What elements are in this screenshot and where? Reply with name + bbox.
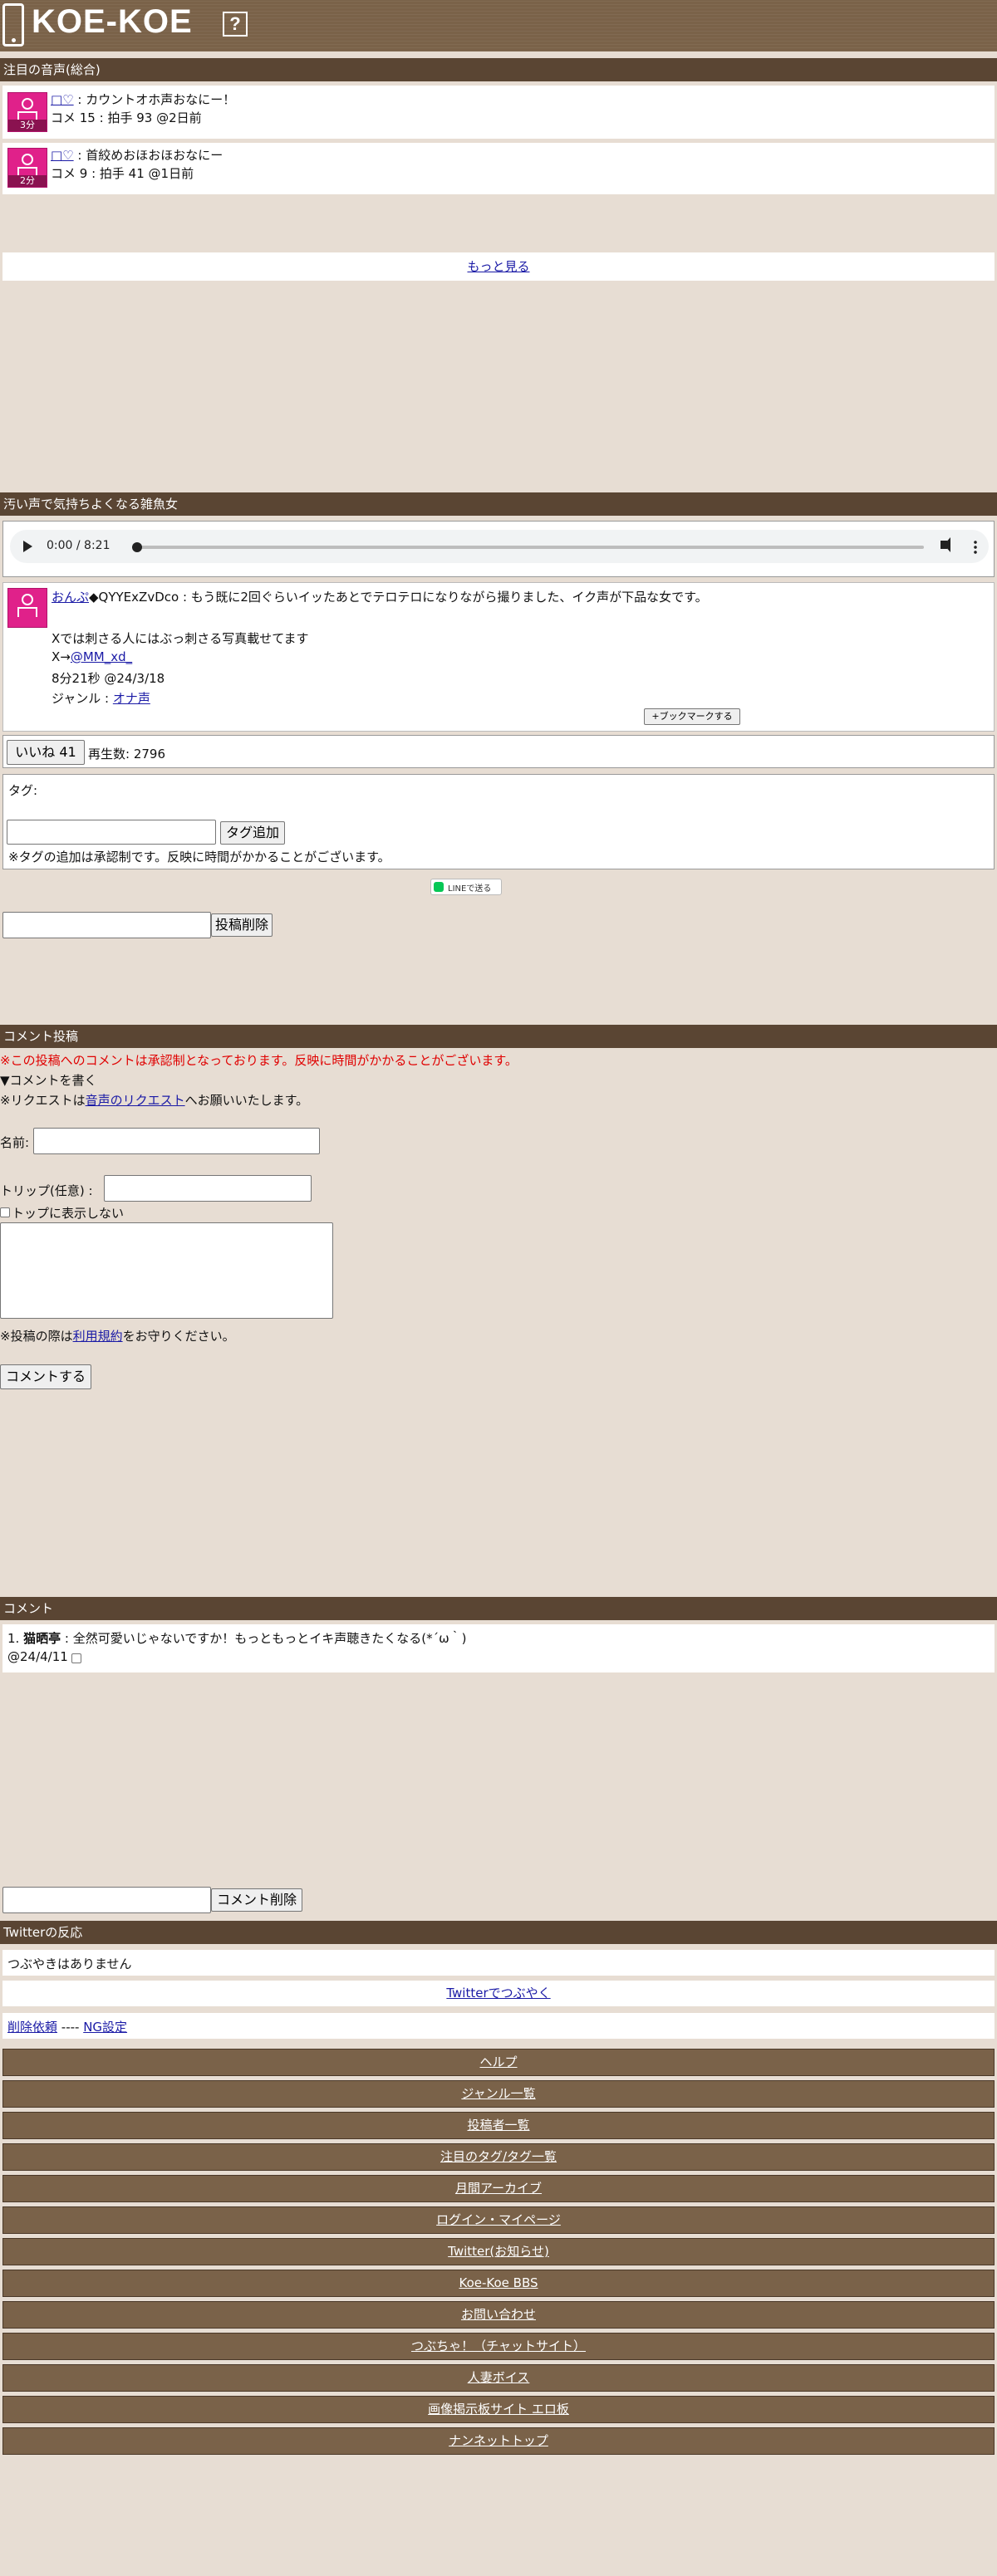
ng-settings-link[interactable]: NG設定 <box>83 2020 127 2035</box>
menu-hitozuma-voice[interactable]: 人妻ボイス <box>2 2364 995 2392</box>
audio-thumbnail-icon[interactable]: 2分 <box>7 148 47 188</box>
duration-badge: 3分 <box>8 120 47 131</box>
featured-title: カウントオホ声おなにー！ <box>86 92 236 107</box>
post-title: 汚い声で気持ちよくなる雑魚女 <box>0 492 997 516</box>
author-avatar-icon <box>7 588 47 628</box>
menu-contact[interactable]: お問い合わせ <box>2 2301 995 2329</box>
volume-icon[interactable] <box>941 537 950 552</box>
menu-monthly-archive[interactable]: 月間アーカイブ <box>2 2175 995 2202</box>
add-tag-button[interactable]: タグ追加 <box>220 821 285 845</box>
menu-image-board[interactable]: 画像掲示板サイト エロ板 <box>2 2396 995 2423</box>
site-logo[interactable]: KOE-KOE <box>32 3 193 41</box>
more-link-row: もっと見る <box>2 252 995 281</box>
delete-password-input[interactable] <box>2 912 211 938</box>
tag-box: タグ: タグ追加 ※タグの追加は承認制です。反映に時間がかかることがございます。 <box>2 774 995 869</box>
play-count: 再生数: 2796 <box>88 747 165 762</box>
comment-select-checkbox[interactable] <box>71 1653 81 1663</box>
menu-poster-list[interactable]: 投稿者一覧 <box>2 2112 995 2139</box>
hide-label: トップに表示しない <box>12 1206 125 1221</box>
comment-form-title: コメント投稿 <box>0 1025 997 1048</box>
post-description-line2: Xでは刺さる人にはぶっ刺さる写真載せてます <box>52 631 309 646</box>
duration-badge: 2分 <box>8 175 47 187</box>
name-label: 名前: <box>0 1135 30 1150</box>
tag-input[interactable] <box>7 820 216 845</box>
like-button[interactable]: いいね 41 <box>7 740 85 765</box>
more-link[interactable]: もっと見る <box>467 259 529 274</box>
x-handle-link[interactable]: @MM_xd_ <box>71 649 132 664</box>
featured-user-link[interactable]: □♡ <box>51 92 74 107</box>
comments-title: コメント <box>0 1597 997 1620</box>
featured-title: 首絞めおほおほおなにー <box>86 148 223 163</box>
menu-nannet-top[interactable]: ナンネットトップ <box>2 2427 995 2455</box>
terms-link[interactable]: 利用規約 <box>73 1329 123 1344</box>
featured-item[interactable]: 3分 □♡ : カウントオホ声おなにー！ コメ 15 : 拍手 93 @2日前 <box>2 86 995 139</box>
menu-help[interactable]: ヘルプ <box>2 2049 995 2076</box>
audio-progress-handle[interactable] <box>132 542 142 552</box>
audio-thumbnail-icon[interactable]: 3分 <box>7 92 47 132</box>
tag-note: ※タグの追加は承認制です。反映に時間がかかることがございます。 <box>8 850 390 864</box>
comment-warning: ※この投稿へのコメントは承認制となっております。反映に時間がかかることがございま… <box>0 1053 518 1068</box>
featured-item[interactable]: 2分 □♡ : 首絞めおほおほおなにー コメ 9 : 拍手 41 @1日前 <box>2 143 995 194</box>
line-icon <box>434 882 444 892</box>
twitter-empty: つぶやきはありません <box>7 1956 132 1971</box>
tweet-row: Twitterでつぶやく <box>2 1981 995 2006</box>
menu-tags[interactable]: 注目のタグ/タグ一覧 <box>2 2143 995 2171</box>
audio-player[interactable]: 0:00 / 8:21 <box>10 530 989 563</box>
author-trip: ◆QYYExZvDco <box>89 590 179 605</box>
twitter-title: Twitterの反応 <box>0 1921 997 1944</box>
delete-comment-button[interactable]: コメント削除 <box>211 1888 302 1912</box>
comment-author: 猫晒亭 <box>23 1631 61 1646</box>
hide-checkbox[interactable] <box>0 1207 10 1217</box>
submit-comment-button[interactable]: コメントする <box>0 1364 91 1389</box>
more-options-icon[interactable] <box>974 540 977 555</box>
tweet-link[interactable]: Twitterでつぶやく <box>446 1986 550 2001</box>
menu-chat[interactable]: つぶちゃ！（チャットサイト） <box>2 2333 995 2360</box>
featured-stats: コメ 15 : 拍手 93 @2日前 <box>51 110 202 125</box>
site-header: KOE-KOE ? <box>0 0 997 51</box>
post-description: もう既に2回ぐらいイッたあとでテロテロになりながら撮りました、イク声が下品な女で… <box>190 590 708 605</box>
twitter-empty-row: つぶやきはありません <box>2 1950 995 1976</box>
menu-bbs[interactable]: Koe-Koe BBS <box>2 2270 995 2297</box>
audio-time: 0:00 / 8:21 <box>47 539 111 552</box>
featured-user-link[interactable]: □♡ <box>51 148 74 163</box>
play-icon[interactable] <box>23 541 32 552</box>
featured-section-title: 注目の音声(総合) <box>0 58 997 81</box>
featured-stats: コメ 9 : 拍手 41 @1日前 <box>51 166 194 181</box>
genre-link[interactable]: オナ声 <box>113 691 150 706</box>
post-meta: 8分21秒 @24/3/18 <box>52 671 165 686</box>
tag-label: タグ: <box>8 783 38 798</box>
comment-delete-password-input[interactable] <box>2 1887 211 1913</box>
menu-login[interactable]: ログイン・マイページ <box>2 2206 995 2234</box>
delete-post-button[interactable]: 投稿削除 <box>211 913 273 937</box>
trip-label: トリップ(任意) : <box>0 1183 93 1198</box>
delete-request-link[interactable]: 削除依頼 <box>7 2020 57 2035</box>
comment-toggle[interactable]: ▼コメントを書く <box>0 1071 97 1089</box>
comment-text: : 全然可愛いじゃないですか！もっともっとイキ声聴きたくなる(*´ω｀) <box>61 1631 467 1646</box>
audio-progress-track[interactable] <box>135 546 924 549</box>
phone-icon <box>2 3 24 47</box>
help-icon[interactable]: ? <box>223 12 248 37</box>
menu-genre-list[interactable]: ジャンル一覧 <box>2 2080 995 2108</box>
post-details: おんぷ◆QYYExZvDco : もう既に2回ぐらいイッたあとでテロテロになりな… <box>2 582 995 732</box>
line-share-button[interactable]: LINEで送る <box>430 879 502 895</box>
footer-links-row: 削除依頼 ---- NG設定 <box>2 2013 995 2039</box>
trip-input[interactable] <box>104 1175 312 1202</box>
comment-textarea[interactable] <box>0 1222 333 1319</box>
author-link[interactable]: おんぷ <box>52 590 89 605</box>
request-link[interactable]: 音声のリクエスト <box>86 1093 185 1108</box>
name-input[interactable] <box>33 1128 320 1154</box>
comment-item: 1. 猫晒亭 : 全然可愛いじゃないですか！もっともっとイキ声聴きたくなる(*´… <box>2 1624 995 1672</box>
menu-twitter[interactable]: Twitter(お知らせ) <box>2 2238 995 2265</box>
comment-date: @24/4/11 <box>7 1649 68 1664</box>
like-row: いいね 41 再生数: 2796 <box>2 735 995 768</box>
bookmark-button[interactable]: +ブックマークする <box>644 708 740 725</box>
